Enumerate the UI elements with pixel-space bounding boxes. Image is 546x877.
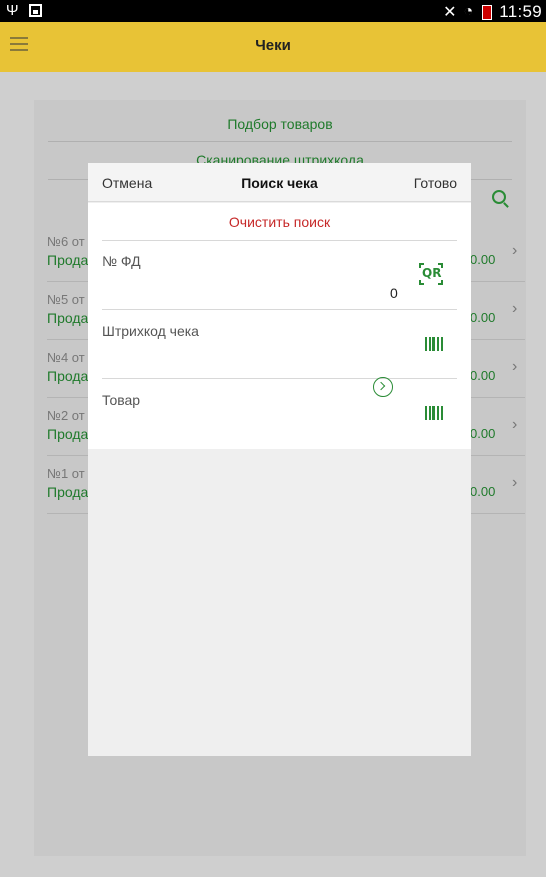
chevron-right-icon: › — [512, 242, 518, 259]
product-label: Товар — [102, 392, 141, 408]
qr-code-icon[interactable]: QR — [419, 263, 443, 285]
search-icon[interactable] — [492, 190, 506, 204]
done-button[interactable]: Готово — [414, 175, 457, 191]
chevron-right-icon: › — [512, 416, 518, 433]
clear-search-button[interactable]: Очистить поиск — [88, 214, 471, 230]
wifi-icon: ◔ — [463, 3, 474, 20]
fd-number-label: № ФД — [102, 253, 141, 269]
page-title: Чеки — [255, 37, 291, 54]
fd-number-value[interactable]: 0 — [390, 285, 398, 301]
status-bar: Ψ ✕ ◔ 11:59 — [0, 0, 546, 22]
screenshot-icon — [28, 4, 42, 17]
app-bar: Чеки — [0, 22, 546, 72]
clock: 11:59 — [499, 2, 542, 21]
barcode-icon[interactable] — [425, 337, 443, 351]
dialog-header: Отмена Поиск чека Готово — [88, 163, 471, 202]
mute-icon: ✕ — [443, 4, 457, 21]
usb-icon: Ψ — [6, 2, 19, 19]
circle-arrow-icon[interactable] — [373, 377, 393, 397]
chevron-right-icon: › — [512, 300, 518, 317]
chevron-right-icon: › — [512, 474, 518, 491]
dialog-body: Очистить поиск № ФД 0 QR Штрихкод чека Т… — [88, 203, 471, 449]
receipt-barcode-label: Штрихкод чека — [102, 323, 199, 339]
barcode-icon[interactable] — [425, 406, 443, 420]
battery-icon — [482, 4, 493, 20]
chevron-right-icon: › — [512, 358, 518, 375]
receipt-search-dialog: Отмена Поиск чека Готово Очистить поиск … — [88, 163, 471, 756]
select-goods-button[interactable]: Подбор товаров — [48, 116, 512, 132]
